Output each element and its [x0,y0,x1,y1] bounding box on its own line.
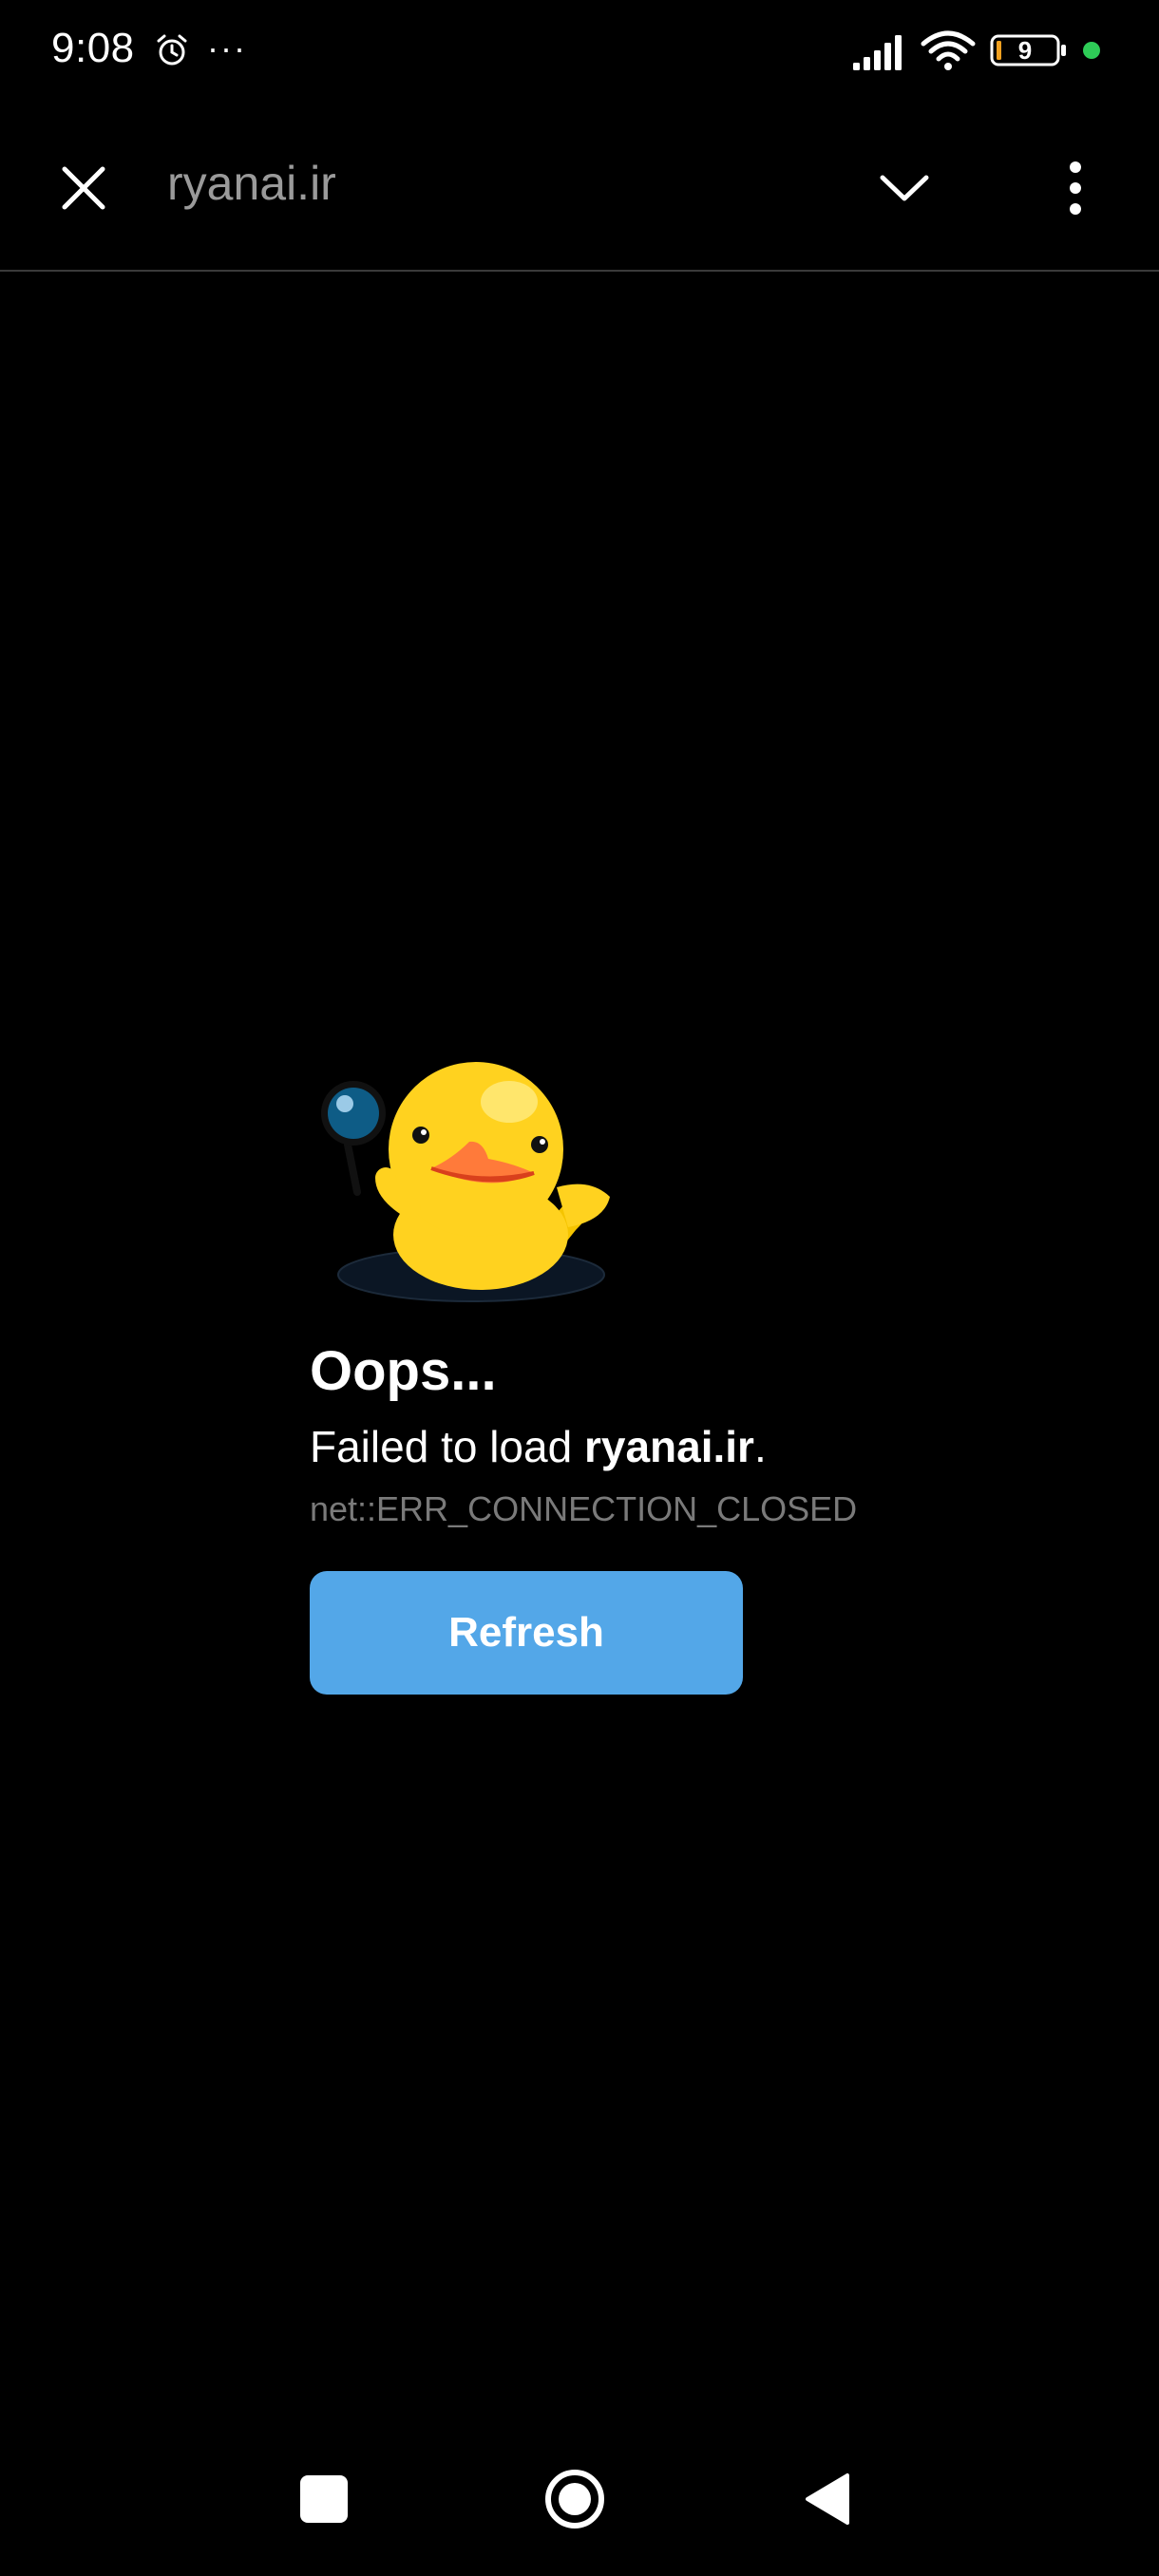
close-button[interactable] [48,152,120,224]
battery-level: 9 [1017,36,1033,65]
page-url: ryanai.ir [167,157,336,210]
signal-icon [853,35,902,70]
status-time: 9:08 [51,25,135,71]
browser-top-bar: ryanai.ir [0,123,1159,272]
home-icon[interactable] [543,2468,606,2530]
error-title: Oops... [310,1340,497,1402]
refresh-button[interactable]: Refresh [310,1571,743,1695]
more-notifications-indicator: ··· [207,28,247,67]
error-message-prefix: Failed to load [310,1422,584,1471]
error-message-domain: ryanai.ir [583,1422,754,1471]
error-message: Failed to load ryanai.ir. [310,1421,767,1472]
close-icon [62,166,105,210]
minimize-button[interactable] [868,152,940,224]
error-message-suffix: . [753,1422,767,1471]
alarm-icon [157,34,187,66]
camera-in-use-dot [1083,42,1100,59]
error-code: net::ERR_CONNECTION_CLOSED [310,1489,858,1528]
wifi-icon [921,30,976,70]
battery-icon: 9 [990,34,1068,66]
duck-illustration [321,1062,610,1302]
status-bar: 9:08 ··· 9 [0,0,1159,104]
recents-icon[interactable] [300,2475,348,2523]
chevron-down-icon [880,175,929,201]
more-vertical-icon [1070,161,1081,215]
back-icon[interactable] [804,2472,851,2527]
more-options-button[interactable] [1039,152,1112,224]
system-nav-bar [0,2441,1159,2576]
